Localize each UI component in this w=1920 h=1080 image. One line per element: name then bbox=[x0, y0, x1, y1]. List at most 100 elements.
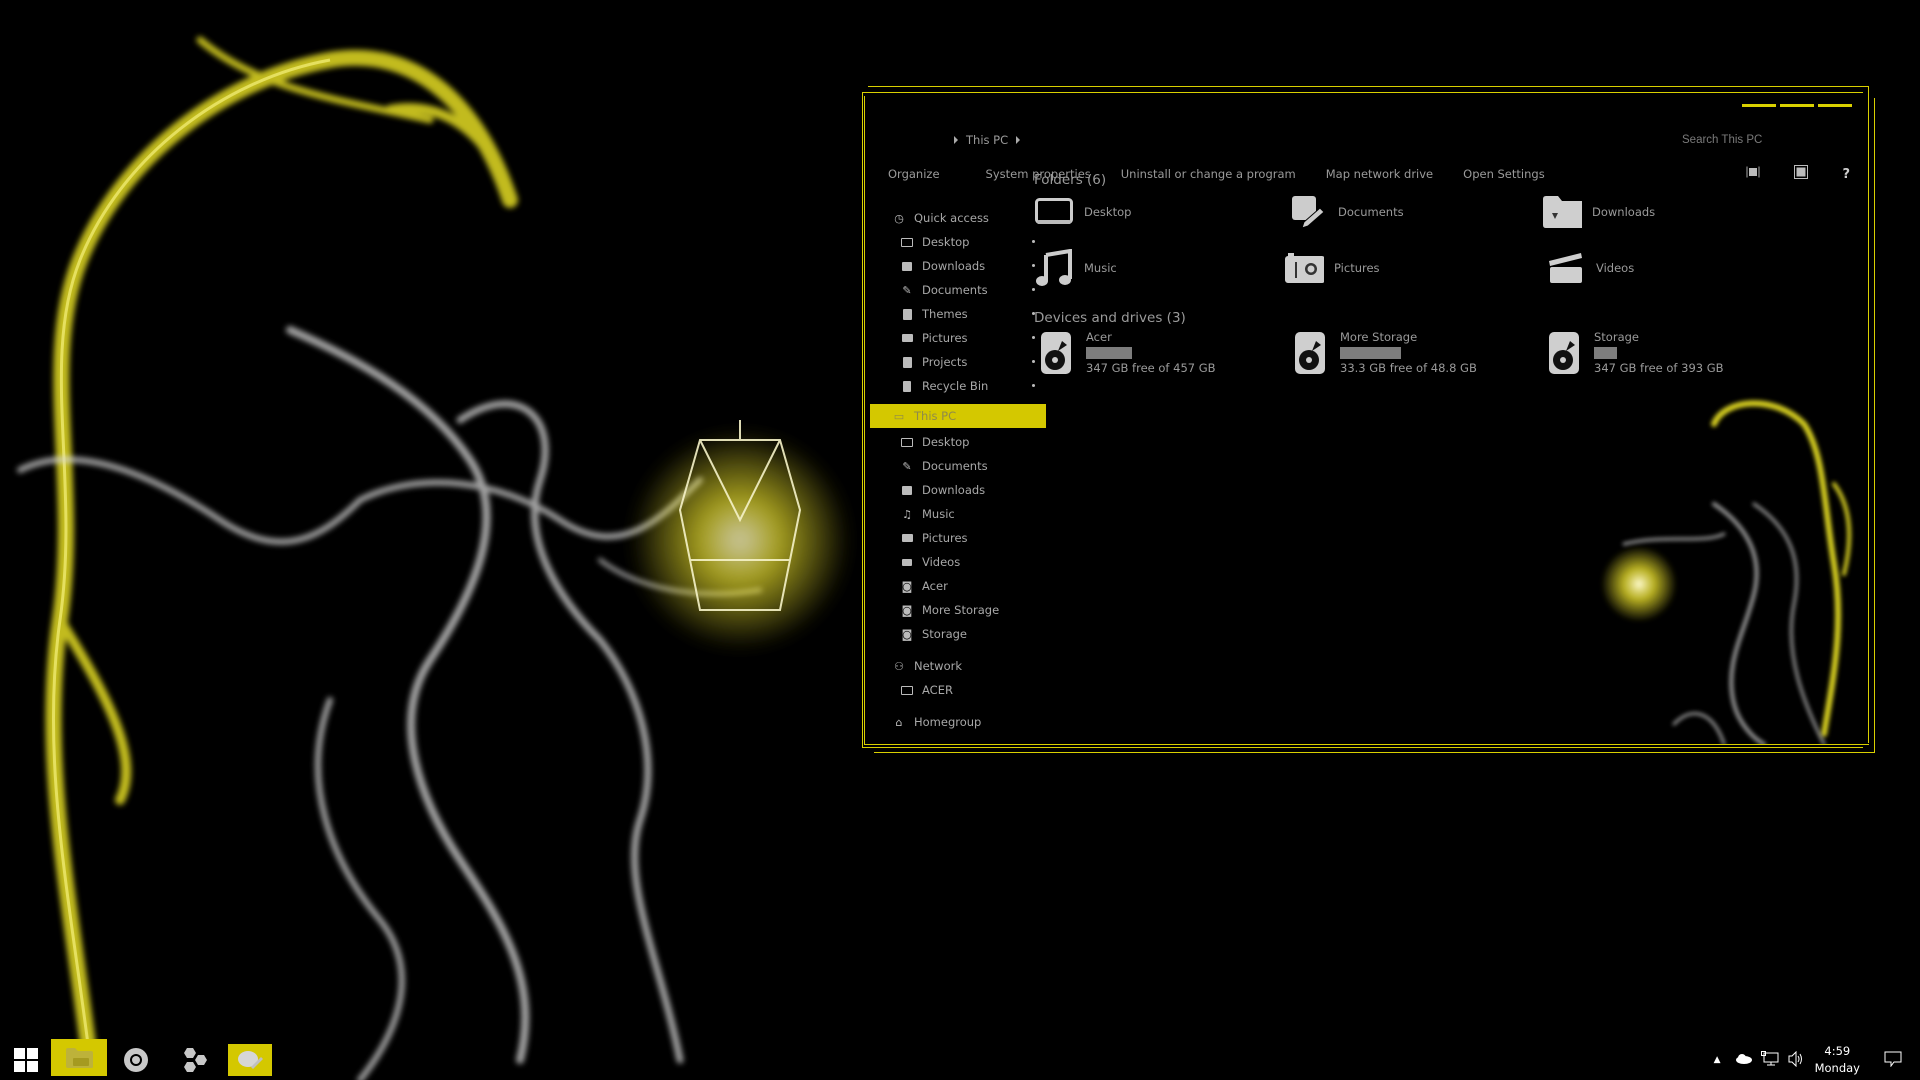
breadcrumb-item-this-pc[interactable]: This PC bbox=[966, 133, 1008, 147]
drive-usage-bar bbox=[1086, 347, 1276, 359]
pictures-icon bbox=[1284, 248, 1324, 288]
drive-tile-storage[interactable]: Storage 347 GB free of 393 GB bbox=[1544, 330, 1784, 375]
start-button[interactable] bbox=[6, 1040, 46, 1080]
taskbar-notes-app[interactable] bbox=[228, 1044, 272, 1076]
documents-icon: ✎ bbox=[902, 283, 912, 297]
network-icon[interactable] bbox=[1760, 1050, 1779, 1070]
file-explorer-window: This PC Organize System properties Unins… bbox=[862, 86, 1875, 753]
breadcrumb[interactable]: This PC bbox=[954, 133, 1021, 147]
drive-usage-fill bbox=[1594, 347, 1617, 359]
downloads-icon bbox=[1542, 192, 1582, 232]
nav-qa-recycle-bin[interactable]: Recycle Bin bbox=[870, 374, 1046, 398]
drive-tile-acer[interactable]: Acer 347 GB free of 457 GB bbox=[1036, 330, 1276, 375]
nav-homegroup[interactable]: ⌂ Homegroup bbox=[870, 710, 1046, 734]
drive-usage-fill bbox=[1086, 347, 1132, 359]
nav-qa-themes[interactable]: Themes bbox=[870, 302, 1046, 326]
hexagons-icon bbox=[184, 1048, 207, 1072]
drive-free-space: 33.3 GB free of 48.8 GB bbox=[1340, 361, 1477, 375]
downloads-icon bbox=[900, 484, 914, 496]
music-icon: ♫ bbox=[902, 507, 912, 521]
volume-icon[interactable] bbox=[1787, 1050, 1805, 1070]
videos-icon bbox=[900, 556, 914, 568]
folder-tile-pictures[interactable]: Pictures bbox=[1284, 248, 1380, 288]
folders-section-header: Folders (6) bbox=[1034, 172, 1107, 188]
nav-network-acer[interactable]: ACER bbox=[870, 678, 1046, 702]
nav-qa-downloads[interactable]: Downloads bbox=[870, 254, 1046, 278]
nav-pc-downloads[interactable]: Downloads bbox=[870, 478, 1046, 502]
organize-button[interactable]: Organize bbox=[888, 167, 940, 181]
minimize-button[interactable] bbox=[1742, 104, 1776, 107]
clock-day: Monday bbox=[1814, 1061, 1860, 1075]
drives-section-header: Devices and drives (3) bbox=[1034, 310, 1186, 326]
drive-free-space: 347 GB free of 393 GB bbox=[1594, 361, 1724, 375]
nav-pc-more-storage[interactable]: ◙ More Storage bbox=[870, 598, 1046, 622]
folder-tile-downloads[interactable]: Downloads bbox=[1542, 192, 1655, 232]
videos-icon bbox=[1546, 248, 1586, 288]
homegroup-icon: ⌂ bbox=[895, 715, 903, 729]
taskbar-chrome[interactable] bbox=[114, 1040, 158, 1080]
folder-tile-documents[interactable]: Documents bbox=[1288, 192, 1404, 232]
nav-qa-desktop[interactable]: Desktop bbox=[870, 230, 1046, 254]
taskbar: ▲ 4:59 Monday bbox=[0, 1039, 1920, 1080]
drive-label: Storage bbox=[1594, 330, 1639, 344]
folder-tile-desktop[interactable]: Desktop bbox=[1034, 192, 1131, 232]
nav-pc-pictures[interactable]: Pictures bbox=[870, 526, 1046, 550]
action-center-icon[interactable] bbox=[1884, 1051, 1902, 1070]
drive-usage-bar bbox=[1340, 347, 1530, 359]
taskbar-hexagon-app[interactable] bbox=[172, 1040, 216, 1080]
nav-pc-acer[interactable]: ◙ Acer bbox=[870, 574, 1046, 598]
file-explorer-icon bbox=[66, 1047, 93, 1068]
nav-quick-access[interactable]: ◷ Quick access bbox=[870, 206, 1046, 230]
this-pc-icon: ▭ bbox=[893, 409, 905, 423]
music-icon bbox=[1034, 248, 1074, 288]
window-controls bbox=[1742, 104, 1852, 107]
close-button[interactable] bbox=[1818, 104, 1852, 107]
nav-pc-documents[interactable]: ✎ Documents bbox=[870, 454, 1046, 478]
onedrive-icon[interactable] bbox=[1735, 1053, 1753, 1067]
folder-icon bbox=[900, 356, 914, 368]
drive-icon bbox=[1036, 331, 1076, 374]
folder-icon bbox=[900, 308, 914, 320]
folder-tile-music[interactable]: Music bbox=[1034, 248, 1117, 288]
downloads-icon bbox=[900, 260, 914, 272]
windows-logo-icon bbox=[14, 1048, 38, 1072]
system-tray: ▲ 4:59 Monday bbox=[1714, 1040, 1920, 1080]
content-pane: Folders (6) Desktop Documents Downloads … bbox=[1034, 172, 1864, 744]
drive-usage-bar bbox=[1594, 347, 1784, 359]
notes-icon bbox=[238, 1051, 263, 1069]
show-hidden-icons-button[interactable]: ▲ bbox=[1714, 1055, 1721, 1065]
recycle-bin-icon bbox=[900, 380, 914, 392]
clock[interactable]: 4:59 Monday bbox=[1815, 1043, 1860, 1077]
drive-label: Acer bbox=[1086, 330, 1112, 344]
drive-tile-more-storage[interactable]: More Storage 33.3 GB free of 48.8 GB bbox=[1290, 330, 1530, 375]
nav-network[interactable]: ⚇ Network bbox=[870, 654, 1046, 678]
breadcrumb-chevron-icon[interactable] bbox=[1016, 136, 1021, 144]
breadcrumb-chevron-icon[interactable] bbox=[954, 136, 958, 144]
pictures-icon bbox=[900, 532, 914, 544]
taskbar-file-explorer[interactable] bbox=[51, 1039, 107, 1076]
nav-qa-projects[interactable]: Projects bbox=[870, 350, 1046, 374]
nav-pc-videos[interactable]: Videos bbox=[870, 550, 1046, 574]
pictures-icon bbox=[900, 332, 914, 344]
nav-pc-storage[interactable]: ◙ Storage bbox=[870, 622, 1046, 646]
drive-icon: ◙ bbox=[901, 579, 913, 593]
desktop-icon bbox=[1034, 192, 1074, 232]
quick-access-icon: ◷ bbox=[894, 211, 904, 225]
chrome-icon bbox=[124, 1048, 148, 1072]
nav-this-pc[interactable]: ▭ This PC bbox=[870, 404, 1046, 428]
clock-time: 4:59 bbox=[1824, 1044, 1851, 1058]
nav-qa-pictures[interactable]: Pictures bbox=[870, 326, 1046, 350]
drive-icon bbox=[1290, 331, 1330, 374]
nav-pc-desktop[interactable]: Desktop bbox=[870, 430, 1046, 454]
navigation-pane: ◷ Quick access Desktop Downloads ✎ Docume… bbox=[870, 206, 1046, 734]
search-input[interactable] bbox=[1680, 133, 1804, 147]
drive-icon bbox=[1544, 331, 1584, 374]
documents-icon bbox=[1288, 192, 1328, 232]
folder-tile-videos[interactable]: Videos bbox=[1546, 248, 1634, 288]
nav-pc-music[interactable]: ♫ Music bbox=[870, 502, 1046, 526]
nav-qa-documents[interactable]: ✎ Documents bbox=[870, 278, 1046, 302]
drive-icon: ◙ bbox=[901, 603, 913, 617]
drive-usage-fill bbox=[1340, 347, 1401, 359]
maximize-button[interactable] bbox=[1780, 104, 1814, 107]
drive-label: More Storage bbox=[1340, 330, 1418, 344]
